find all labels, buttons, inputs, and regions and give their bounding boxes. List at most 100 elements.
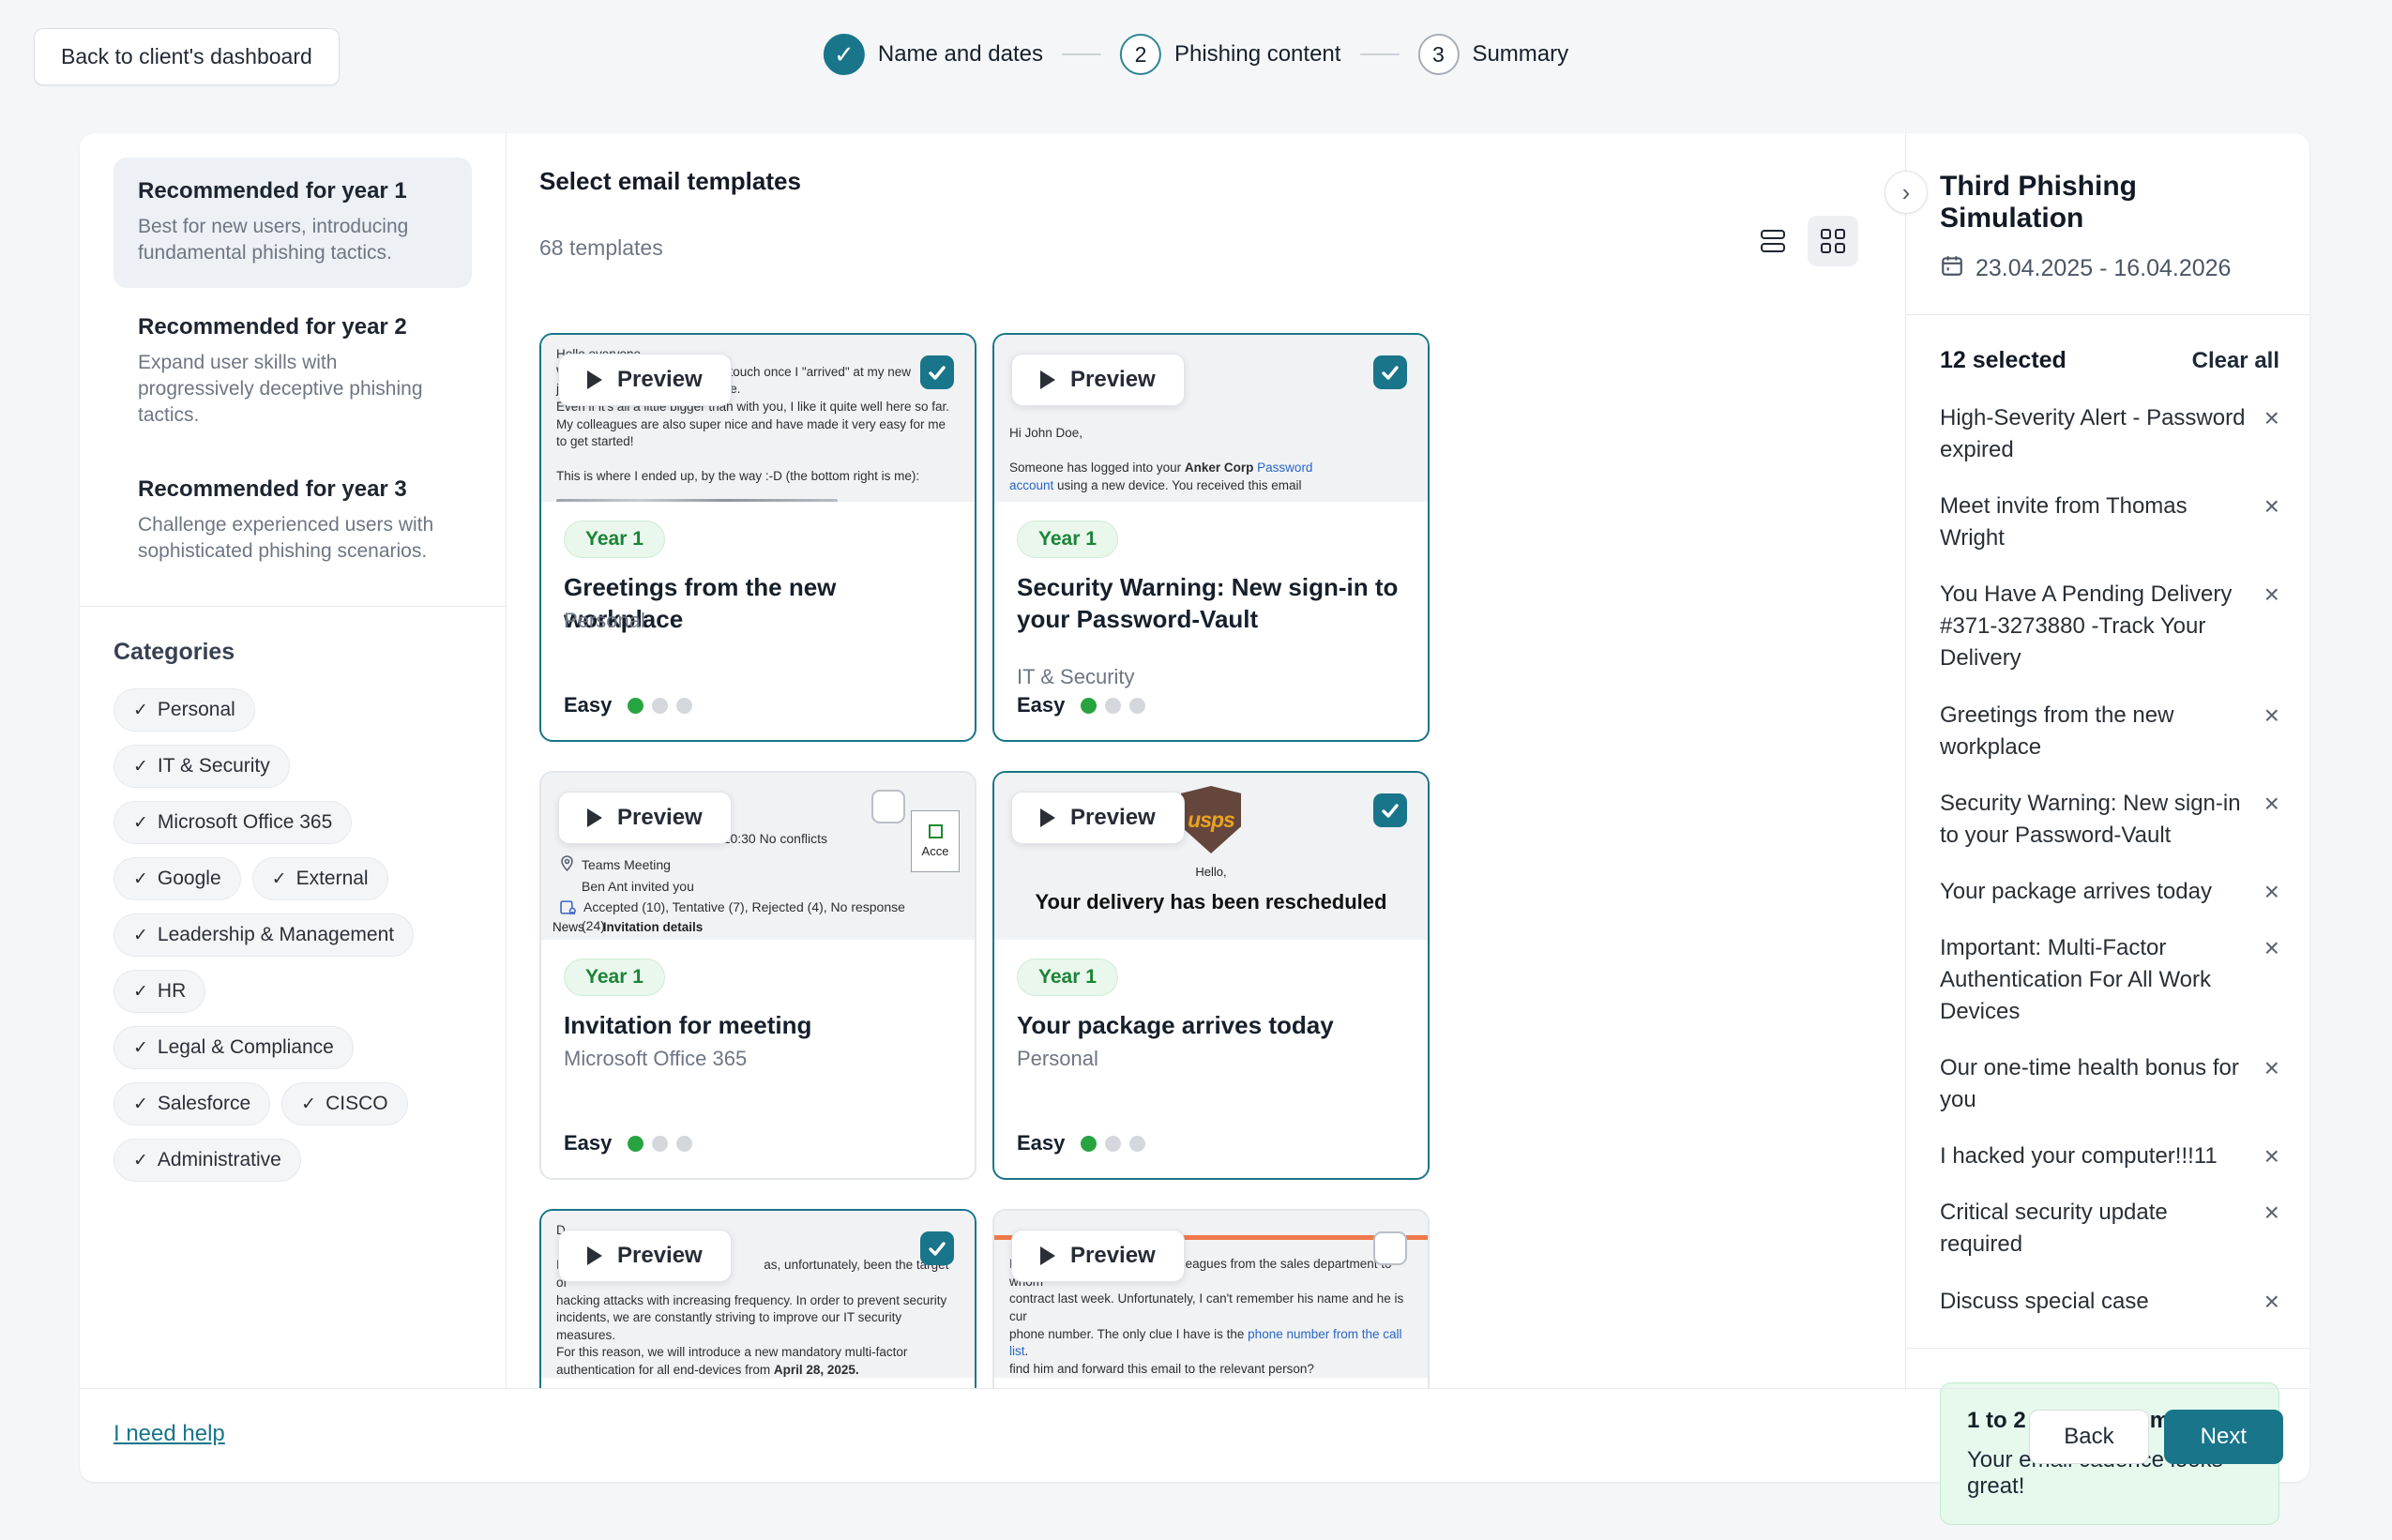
- category-chip[interactable]: ✓HR: [114, 970, 205, 1013]
- template-card[interactable]: uspsHello,Your delivery has been resched…: [992, 771, 1430, 1180]
- selected-item-title: Critical security update required: [1940, 1197, 2249, 1261]
- difficulty-dot: [1105, 698, 1121, 714]
- difficulty-dot: [1129, 698, 1145, 714]
- simulation-title: Third Phishing Simulation: [1940, 171, 2279, 234]
- play-icon: [587, 370, 602, 389]
- template-card[interactable]: Hello everyone,W in touch once I "arrive…: [539, 333, 976, 742]
- difficulty-indicator: Easy: [1017, 693, 1145, 717]
- selected-item-remove[interactable]: ×: [2264, 1286, 2279, 1318]
- template-card[interactable]: o 10:30 No conflictsTeams MeetingBen Ant…: [539, 771, 976, 1180]
- step-separator: [1062, 53, 1101, 55]
- clear-all-button[interactable]: Clear all: [2192, 348, 2279, 374]
- difficulty-indicator: Easy: [564, 1131, 692, 1155]
- preview-button[interactable]: Preview: [558, 792, 732, 844]
- help-link[interactable]: I need help: [114, 1421, 225, 1447]
- recommendation-item[interactable]: Recommended for year 2Expand user skills…: [114, 294, 472, 450]
- template-category: Personal: [1017, 1047, 1098, 1071]
- check-icon: ✓: [133, 868, 148, 890]
- rsvp-text: Accepted (10), Tentative (7), Rejected (…: [583, 899, 905, 918]
- selected-item: Discuss special case ×: [1940, 1286, 2279, 1318]
- step-check-icon: ✓: [824, 34, 865, 75]
- selected-item-remove[interactable]: ×: [2264, 788, 2279, 820]
- preview-button[interactable]: Preview: [1011, 792, 1185, 844]
- step-number: 3: [1417, 34, 1459, 75]
- category-chips: ✓Personal✓IT & Security✓Microsoft Office…: [114, 688, 442, 1182]
- difficulty-dot: [1129, 1136, 1145, 1152]
- accept-button[interactable]: Acce: [911, 810, 960, 872]
- template-checkbox[interactable]: [1373, 793, 1407, 827]
- sidebar-divider: [80, 606, 506, 607]
- selected-item-remove[interactable]: ×: [2264, 402, 2279, 434]
- panel-divider: [1906, 314, 2309, 315]
- step-name-and-dates[interactable]: ✓Name and dates: [824, 34, 1043, 75]
- template-card[interactable]: I am looking for one of your colleagues …: [992, 1209, 1430, 1388]
- selected-item-remove[interactable]: ×: [2264, 579, 2279, 611]
- preview-button[interactable]: Preview: [558, 354, 732, 406]
- step-summary[interactable]: 3Summary: [1417, 34, 1568, 75]
- step-phishing-content[interactable]: 2Phishing content: [1120, 34, 1340, 75]
- recommendation-item[interactable]: Recommended for year 3Challenge experien…: [114, 456, 472, 586]
- collapse-panel-button[interactable]: ›: [1885, 171, 1928, 214]
- preview-button[interactable]: Preview: [1011, 1230, 1185, 1282]
- category-chip[interactable]: ✓Personal: [114, 688, 255, 732]
- check-icon: ✓: [301, 1094, 316, 1115]
- selected-item-remove[interactable]: ×: [2264, 1140, 2279, 1172]
- selected-item-title: Discuss special case: [1940, 1286, 2249, 1318]
- preview-photo-strip: [556, 499, 838, 502]
- template-checkbox[interactable]: [871, 790, 905, 823]
- attendees-icon: [560, 899, 576, 918]
- category-chip[interactable]: ✓Leadership & Management: [114, 913, 414, 957]
- preview-button-label: Preview: [1070, 1243, 1156, 1269]
- check-icon: ✓: [133, 925, 148, 946]
- category-chip[interactable]: ✓Microsoft Office 365: [114, 801, 352, 844]
- template-card[interactable]: D In as, unfortunately, been the target …: [539, 1209, 976, 1388]
- template-category: Microsoft Office 365: [564, 1047, 747, 1071]
- grid-view-button[interactable]: [1808, 216, 1858, 266]
- selected-item-remove[interactable]: ×: [2264, 700, 2279, 732]
- category-chip[interactable]: ✓ CISCO: [281, 1082, 407, 1125]
- category-chip[interactable]: ✓Administrative: [114, 1139, 301, 1182]
- template-card[interactable]: Hi John Doe, Someone has logged into you…: [992, 333, 1430, 742]
- selected-item-title: Your package arrives today: [1940, 876, 2249, 908]
- year-badge: Year 1: [564, 521, 665, 558]
- template-checkbox[interactable]: [1373, 1231, 1407, 1265]
- selected-item-remove[interactable]: ×: [2264, 1052, 2279, 1084]
- difficulty-indicator: Easy: [1017, 1131, 1145, 1155]
- step-number: 2: [1120, 34, 1161, 75]
- next-button[interactable]: Next: [2164, 1410, 2283, 1464]
- calendar-icon: [1940, 253, 1964, 284]
- template-checkbox[interactable]: [920, 355, 954, 389]
- category-chip[interactable]: ✓Salesforce: [114, 1082, 270, 1125]
- selected-item-remove[interactable]: ×: [2264, 932, 2279, 964]
- template-checkbox[interactable]: [1373, 355, 1407, 389]
- selected-item: Security Warning: New sign-in to your Pa…: [1940, 788, 2279, 852]
- template-category: Personal: [564, 609, 645, 633]
- selected-item-remove[interactable]: ×: [2264, 1197, 2279, 1229]
- selected-item-remove[interactable]: ×: [2264, 876, 2279, 908]
- selected-item: Critical security update required ×: [1940, 1197, 2279, 1261]
- back-button[interactable]: Back: [2029, 1410, 2148, 1464]
- category-chip-label: CISCO: [325, 1093, 388, 1115]
- selected-item-title: Meet invite from Thomas Wright: [1940, 491, 2249, 554]
- category-chip[interactable]: ✓External: [252, 857, 388, 900]
- template-checkbox[interactable]: [920, 1231, 954, 1265]
- tab-invitation-details[interactable]: Invitation details: [603, 920, 704, 934]
- selected-item-remove[interactable]: ×: [2264, 491, 2279, 522]
- preview-button-label: Preview: [1070, 805, 1156, 831]
- preview-button[interactable]: Preview: [1011, 354, 1185, 406]
- selected-item-title: I hacked your computer!!!11: [1940, 1140, 2249, 1172]
- category-chip[interactable]: ✓Google: [114, 857, 241, 900]
- category-chip-label: Personal: [158, 699, 235, 721]
- recommendation-description: Best for new users, introducing fundamen…: [138, 214, 447, 267]
- usps-headline: Your delivery has been rescheduled: [994, 890, 1428, 914]
- tab-news[interactable]: News: [553, 920, 584, 934]
- recommendation-item[interactable]: Recommended for year 1Best for new users…: [114, 158, 472, 288]
- category-chip[interactable]: ✓Legal & Compliance: [114, 1026, 354, 1069]
- category-chip[interactable]: ✓IT & Security: [114, 745, 290, 788]
- selected-item-title: You Have A Pending Delivery #371-3273880…: [1940, 579, 2249, 674]
- list-view-button[interactable]: [1748, 216, 1798, 266]
- difficulty-dot: [652, 698, 668, 714]
- preview-button[interactable]: Preview: [558, 1230, 732, 1282]
- back-to-dashboard-button[interactable]: Back to client's dashboard: [34, 28, 340, 85]
- year-badge: Year 1: [564, 959, 665, 996]
